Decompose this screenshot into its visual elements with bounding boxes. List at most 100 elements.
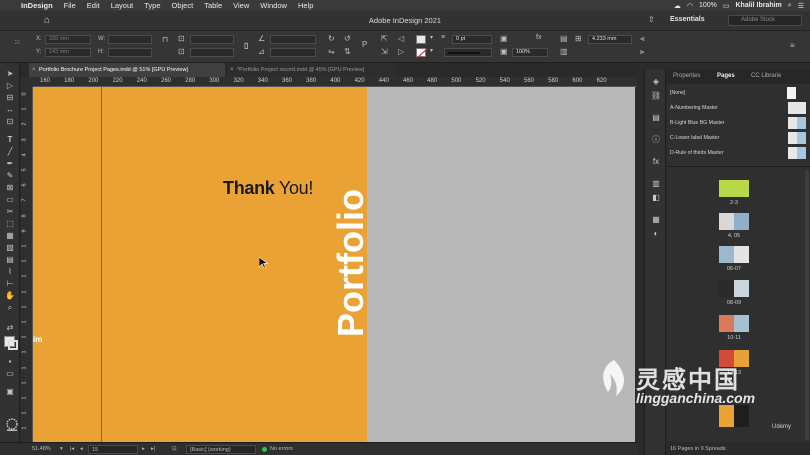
menu-window[interactable]: Window: [260, 1, 287, 10]
direct-selection-tool-icon[interactable]: ▷: [4, 81, 16, 91]
fx-panel-icon[interactable]: fx: [650, 156, 662, 167]
menu-help[interactable]: Help: [298, 1, 313, 10]
close-icon[interactable]: ×: [230, 63, 234, 77]
tab-properties[interactable]: Properties: [673, 73, 700, 79]
select-container-icon[interactable]: ⇱: [381, 34, 388, 43]
flip-vertical-icon[interactable]: ⇅: [344, 47, 351, 56]
menu-object[interactable]: Object: [172, 1, 194, 10]
shear-icon[interactable]: ⊿: [258, 47, 265, 56]
tab-portfolio-record[interactable]: × *Portfolio Project record.indd @ 45% […: [227, 63, 397, 77]
align-left-icon[interactable]: ⫷: [640, 34, 645, 44]
control-center-icon[interactable]: ☰: [798, 2, 804, 10]
eyedropper-tool-icon[interactable]: ⌇: [4, 267, 16, 277]
note-tool-icon[interactable]: ▤: [4, 255, 16, 265]
pathfinder-icon[interactable]: ◧: [650, 192, 662, 203]
color-panel-icon[interactable]: ◐: [650, 228, 662, 239]
page-tool-icon[interactable]: ⊟: [4, 93, 16, 103]
spread-thumbnail[interactable]: [719, 350, 749, 367]
align-panel-icon[interactable]: ▥: [650, 178, 662, 189]
text-wrap-icon[interactable]: ▤: [560, 34, 568, 43]
fill-dropdown-icon[interactable]: ▾: [430, 34, 433, 41]
rectangle-frame-tool-icon[interactable]: ⊠: [4, 183, 16, 193]
menu-view[interactable]: View: [233, 1, 249, 10]
horizontal-ruler[interactable]: 160 180 200 220 240 260 280 300 320 340 360 380 400 4…: [33, 77, 637, 87]
stroke-dropdown-icon[interactable]: ▾: [430, 47, 433, 54]
spread-thumbnail[interactable]: [719, 180, 749, 197]
x-field[interactable]: 335 mm: [45, 35, 91, 44]
vertical-ruler[interactable]: 0 1 2 3 4 5 6 7 8 9 1 1 1 1 1 1 1 1 1 1 1 1 1: [21, 87, 33, 442]
rotate-cw-icon[interactable]: ↻: [328, 34, 335, 43]
spread-thumbnail[interactable]: [719, 280, 749, 297]
rotation-field[interactable]: [270, 35, 316, 44]
selection-tool-icon[interactable]: ➤: [4, 69, 16, 79]
pen-tool-icon[interactable]: ✒: [4, 159, 16, 169]
vertical-portfolio-text[interactable]: Portfolio: [330, 189, 373, 337]
constrain-scale-icon[interactable]: ▯: [244, 41, 248, 50]
formatting-affects-container-icon[interactable]: ▭: [4, 369, 16, 379]
pencil-tool-icon[interactable]: ✎: [4, 171, 16, 181]
open-page-icon[interactable]: ⊡: [172, 446, 177, 452]
wifi-icon[interactable]: ◠: [687, 2, 693, 10]
flip-horizontal-icon[interactable]: ⇋: [328, 47, 335, 56]
effects-icon[interactable]: ▣: [500, 34, 508, 43]
master-a[interactable]: A-Numbering Master: [670, 101, 808, 115]
type-tool-icon[interactable]: T: [4, 135, 16, 145]
gradient-feather-tool-icon[interactable]: ▧: [4, 243, 16, 253]
stroke-swatch[interactable]: [416, 48, 427, 58]
stroke-color-icon[interactable]: [8, 340, 18, 350]
fill-swatch[interactable]: [416, 35, 426, 44]
gap-field[interactable]: 4.233 mm: [588, 35, 632, 44]
thank-you-headline[interactable]: Thank You!: [223, 178, 313, 199]
rotate-icon[interactable]: ∠: [258, 34, 265, 43]
line-tool-icon[interactable]: ╱: [4, 147, 16, 157]
constrain-proportions-icon[interactable]: ⊓: [162, 35, 168, 44]
opacity-field[interactable]: 100%: [512, 48, 548, 57]
frame-fitting-icon[interactable]: ⊞: [575, 34, 582, 43]
apply-color-icon[interactable]: ▪: [4, 357, 16, 367]
rectangle-tool-icon[interactable]: ▭: [4, 195, 16, 205]
preflight-profile-dropdown[interactable]: [Basic] (working): [186, 445, 256, 454]
select-content-icon[interactable]: ⇲: [381, 47, 388, 56]
stroke-type-dropdown[interactable]: [444, 48, 492, 57]
info-icon[interactable]: ⓘ: [650, 134, 662, 145]
master-d[interactable]: D-Rule of thirds Master: [670, 146, 808, 160]
measure-tool-icon[interactable]: ⊢: [4, 279, 16, 289]
menu-table[interactable]: Table: [204, 1, 222, 10]
layers-icon[interactable]: ◈: [650, 76, 662, 87]
stroke-weight-field[interactable]: 0 pt: [452, 35, 492, 44]
scale-x-field[interactable]: [190, 35, 234, 44]
share-icon[interactable]: ⇧: [648, 15, 655, 24]
menu-type[interactable]: Type: [144, 1, 160, 10]
preflight-status[interactable]: No errors: [270, 446, 293, 452]
creative-cloud-icon[interactable]: ☁: [674, 2, 681, 10]
stroke-weight-icon[interactable]: ≡: [441, 34, 445, 41]
spread-thumbnail[interactable]: [719, 213, 749, 230]
align-center-icon[interactable]: ⫸: [640, 47, 645, 57]
scissors-tool-icon[interactable]: ✂: [4, 207, 16, 217]
spotlight-icon[interactable]: ⌕: [788, 2, 792, 10]
y-field[interactable]: 143 mm: [45, 48, 91, 57]
screen-mode-icon[interactable]: ▣: [4, 387, 16, 397]
shear-field[interactable]: [270, 48, 316, 57]
scale-x-icon[interactable]: ⊡: [178, 34, 185, 43]
scale-y-icon[interactable]: ⊡: [178, 47, 185, 56]
tab-portfolio-brochure[interactable]: × Portfolio Brochure Project Pages.indd …: [29, 63, 225, 77]
zoom-level[interactable]: 51.48%: [32, 446, 51, 452]
scale-y-field[interactable]: [190, 48, 234, 57]
first-page-icon[interactable]: |◂: [70, 446, 74, 452]
menu-file[interactable]: File: [64, 1, 76, 10]
pasteboard[interactable]: Thank You! Portfolio: [33, 87, 635, 442]
spread-thumbnail[interactable]: [719, 246, 749, 263]
height-field[interactable]: [108, 48, 152, 57]
links-icon[interactable]: ⛓: [650, 90, 662, 101]
close-icon[interactable]: ×: [32, 63, 36, 77]
text-frame-icon[interactable]: P: [362, 40, 367, 49]
pages-scrollbar[interactable]: [805, 170, 809, 440]
master-none[interactable]: [None]: [670, 86, 808, 100]
workspace-switcher[interactable]: Essentials: [670, 16, 705, 23]
width-field[interactable]: [108, 35, 152, 44]
wrap-none-icon[interactable]: ▥: [560, 47, 568, 56]
panel-divider[interactable]: [667, 166, 810, 167]
previous-page-icon[interactable]: ◂: [80, 446, 83, 452]
select-next-icon[interactable]: ▷: [398, 47, 404, 56]
